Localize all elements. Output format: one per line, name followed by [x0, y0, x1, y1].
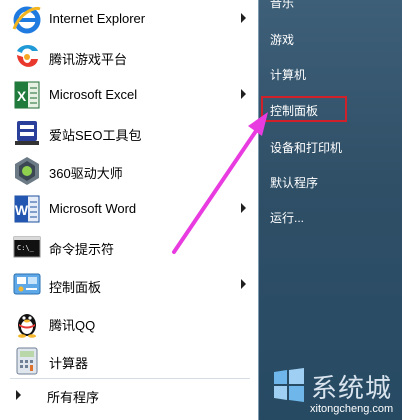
program-microsoft-word[interactable]: W Microsoft Word	[6, 191, 254, 227]
program-command-prompt[interactable]: C:\_ 命令提示符	[6, 229, 254, 265]
qq-penguin-icon	[18, 314, 36, 338]
right-item-computer[interactable]: 计算机	[270, 66, 306, 83]
watermark-text: 系统城	[311, 374, 393, 404]
highlight-box	[261, 96, 347, 122]
program-label: 360驱动大师	[49, 166, 123, 181]
submenu-arrow-icon[interactable]	[241, 279, 246, 289]
submenu-arrow-icon[interactable]	[241, 89, 246, 99]
tencent-game-icon	[17, 45, 38, 67]
all-programs-label: 所有程序	[47, 390, 100, 405]
aizhan-seo-icon	[15, 121, 39, 145]
expand-arrow-icon	[16, 390, 21, 400]
driver-master-icon	[15, 157, 39, 185]
separator	[10, 378, 250, 379]
program-label: Internet Explorer	[49, 11, 146, 26]
svg-text:C:\_: C:\_	[17, 244, 35, 252]
program-control-panel[interactable]: 控制面板	[6, 267, 254, 303]
watermark: 系统城 xitongcheng.com	[258, 360, 402, 420]
program-microsoft-excel[interactable]: X Microsoft Excel	[6, 77, 254, 113]
submenu-arrow-icon[interactable]	[241, 13, 246, 23]
program-label: Microsoft Word	[49, 201, 137, 216]
program-label: 计算器	[49, 356, 89, 371]
control-panel-icon	[13, 273, 41, 295]
program-label: 控制面板	[49, 280, 102, 295]
submenu-arrow-icon[interactable]	[241, 203, 246, 213]
program-360-driver-master[interactable]: 360驱动大师	[6, 153, 254, 189]
program-label: 腾讯QQ	[49, 318, 96, 333]
program-label: 腾讯游戏平台	[49, 52, 128, 67]
right-item-default-programs[interactable]: 默认程序	[270, 174, 318, 191]
all-programs-button[interactable]: 所有程序	[6, 381, 254, 409]
excel-icon: X	[14, 81, 40, 109]
internet-explorer-icon	[12, 6, 41, 34]
right-item-games[interactable]: 游戏	[270, 31, 294, 48]
program-tencent-qq[interactable]: 腾讯QQ	[6, 305, 254, 341]
watermark-url: xitongcheng.com	[310, 403, 394, 415]
program-tencent-game[interactable]: 腾讯游戏平台	[6, 39, 254, 75]
program-label: Microsoft Excel	[49, 87, 138, 102]
calculator-icon	[16, 347, 38, 375]
word-icon: W	[14, 195, 40, 223]
svg-text:W: W	[15, 202, 29, 218]
right-item-run[interactable]: 运行...	[270, 209, 304, 226]
program-label: 命令提示符	[49, 242, 115, 257]
program-label: 爱站SEO工具包	[49, 128, 142, 143]
windows-logo-icon	[274, 368, 304, 402]
program-aizhan-seo[interactable]: 爱站SEO工具包	[6, 115, 254, 151]
program-internet-explorer[interactable]: Internet Explorer	[6, 1, 254, 37]
right-item-music[interactable]: 音乐	[270, 0, 294, 11]
program-calculator[interactable]: 计算器	[6, 343, 254, 379]
cmd-icon: C:\_	[13, 236, 41, 258]
right-item-devices-printers[interactable]: 设备和打印机	[270, 139, 342, 156]
svg-text:X: X	[17, 88, 27, 104]
